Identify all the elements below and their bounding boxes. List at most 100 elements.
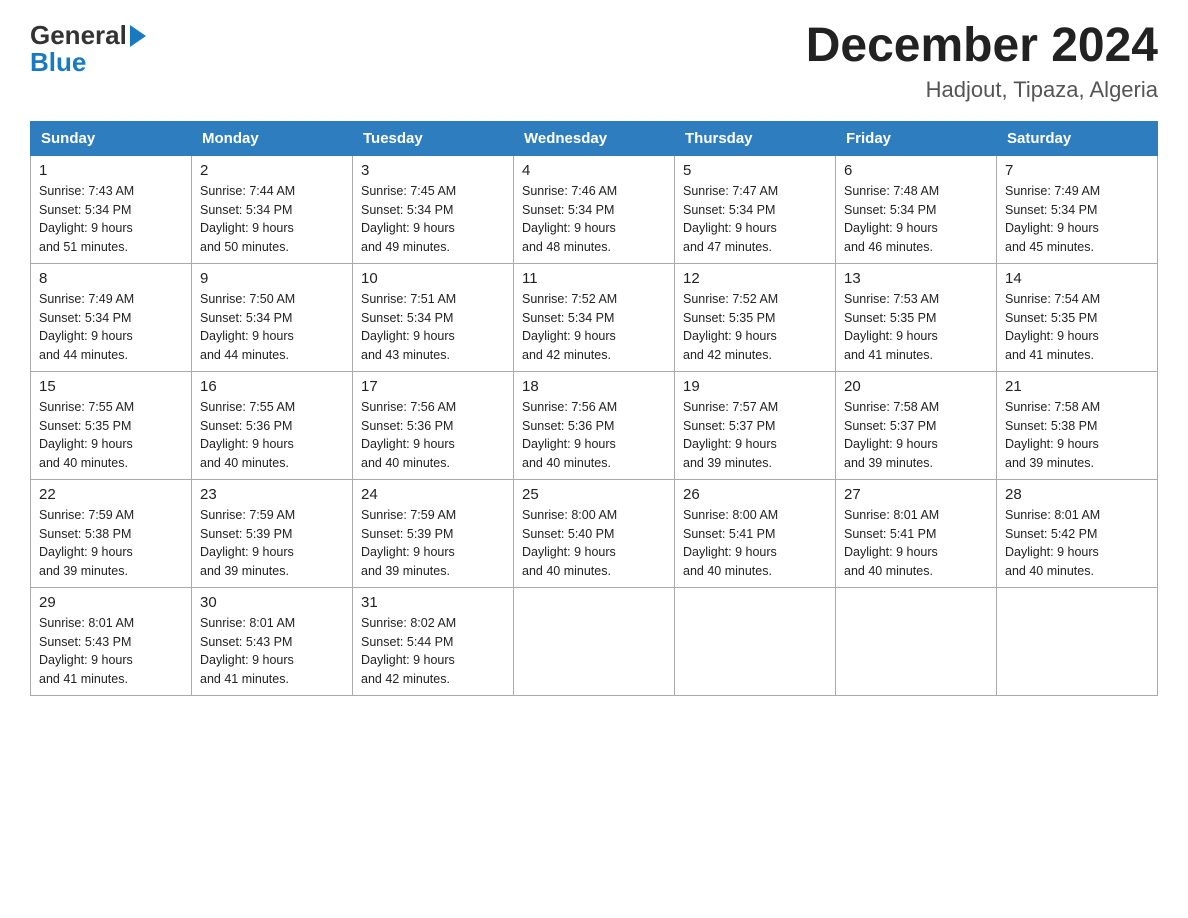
day-number: 10 (361, 270, 505, 287)
col-tuesday: Tuesday (353, 121, 514, 155)
day-info: Sunrise: 7:53 AM Sunset: 5:35 PM Dayligh… (844, 290, 988, 365)
day-info: Sunrise: 7:58 AM Sunset: 5:38 PM Dayligh… (1005, 398, 1149, 473)
calendar-body: 1Sunrise: 7:43 AM Sunset: 5:34 PM Daylig… (31, 155, 1158, 695)
day-number: 11 (522, 270, 666, 287)
day-number: 27 (844, 486, 988, 503)
day-number: 2 (200, 162, 344, 179)
day-info: Sunrise: 8:01 AM Sunset: 5:42 PM Dayligh… (1005, 506, 1149, 581)
day-info: Sunrise: 8:02 AM Sunset: 5:44 PM Dayligh… (361, 614, 505, 689)
day-info: Sunrise: 7:59 AM Sunset: 5:39 PM Dayligh… (200, 506, 344, 581)
day-info: Sunrise: 7:49 AM Sunset: 5:34 PM Dayligh… (1005, 182, 1149, 257)
day-info: Sunrise: 7:51 AM Sunset: 5:34 PM Dayligh… (361, 290, 505, 365)
day-info: Sunrise: 7:55 AM Sunset: 5:36 PM Dayligh… (200, 398, 344, 473)
calendar-cell: 15 Sunrise: 7:55 AM Sunset: 5:35 PM Dayli… (31, 371, 192, 479)
col-monday: Monday (192, 121, 353, 155)
day-number: 17 (361, 378, 505, 395)
calendar-cell: 23 Sunrise: 7:59 AM Sunset: 5:39 PM Dayli… (192, 479, 353, 587)
day-info: Sunrise: 7:45 AM Sunset: 5:34 PM Dayligh… (361, 182, 505, 257)
calendar-cell: 24 Sunrise: 7:59 AM Sunset: 5:39 PM Dayli… (353, 479, 514, 587)
calendar-cell: 3 Sunrise: 7:45 AM Sunset: 5:34 PM Daylig… (353, 155, 514, 263)
day-number: 26 (683, 486, 827, 503)
calendar-cell (997, 587, 1158, 695)
day-info: Sunrise: 8:00 AM Sunset: 5:40 PM Dayligh… (522, 506, 666, 581)
calendar-table: Sunday Monday Tuesday Wednesday Thursday… (30, 121, 1158, 696)
day-number: 30 (200, 594, 344, 611)
calendar-cell: 16 Sunrise: 7:55 AM Sunset: 5:36 PM Dayli… (192, 371, 353, 479)
col-friday: Friday (836, 121, 997, 155)
calendar-cell: 17 Sunrise: 7:56 AM Sunset: 5:36 PM Dayli… (353, 371, 514, 479)
header-row: Sunday Monday Tuesday Wednesday Thursday… (31, 121, 1158, 155)
day-number: 19 (683, 378, 827, 395)
day-number: 22 (39, 486, 183, 503)
day-number: 9 (200, 270, 344, 287)
day-number: 18 (522, 378, 666, 395)
page-header: General Blue December 2024 Hadjout, Tipa… (30, 20, 1158, 103)
calendar-cell: 5Sunrise: 7:47 AM Sunset: 5:34 PM Daylig… (675, 155, 836, 263)
calendar-week-row: 1Sunrise: 7:43 AM Sunset: 5:34 PM Daylig… (31, 155, 1158, 263)
calendar-cell: 13Sunrise: 7:53 AM Sunset: 5:35 PM Dayli… (836, 263, 997, 371)
calendar-cell: 10 Sunrise: 7:51 AM Sunset: 5:34 PM Dayli… (353, 263, 514, 371)
calendar-week-row: 8 Sunrise: 7:49 AM Sunset: 5:34 PM Daylig… (31, 263, 1158, 371)
logo-triangle-icon (130, 25, 146, 47)
calendar-cell: 1Sunrise: 7:43 AM Sunset: 5:34 PM Daylig… (31, 155, 192, 263)
calendar-cell: 18 Sunrise: 7:56 AM Sunset: 5:36 PM Dayli… (514, 371, 675, 479)
day-number: 16 (200, 378, 344, 395)
day-number: 31 (361, 594, 505, 611)
calendar-cell (514, 587, 675, 695)
title-section: December 2024 Hadjout, Tipaza, Algeria (806, 20, 1158, 103)
calendar-cell: 20 Sunrise: 7:58 AM Sunset: 5:37 PM Dayli… (836, 371, 997, 479)
day-info: Sunrise: 7:46 AM Sunset: 5:34 PM Dayligh… (522, 182, 666, 257)
day-info: Sunrise: 7:55 AM Sunset: 5:35 PM Dayligh… (39, 398, 183, 473)
day-info: Sunrise: 7:57 AM Sunset: 5:37 PM Dayligh… (683, 398, 827, 473)
col-wednesday: Wednesday (514, 121, 675, 155)
day-number: 14 (1005, 270, 1149, 287)
day-info: Sunrise: 7:52 AM Sunset: 5:34 PM Dayligh… (522, 290, 666, 365)
calendar-cell: 21Sunrise: 7:58 AM Sunset: 5:38 PM Dayli… (997, 371, 1158, 479)
day-info: Sunrise: 7:59 AM Sunset: 5:39 PM Dayligh… (361, 506, 505, 581)
day-info: Sunrise: 8:01 AM Sunset: 5:43 PM Dayligh… (200, 614, 344, 689)
day-number: 25 (522, 486, 666, 503)
location-text: Hadjout, Tipaza, Algeria (806, 77, 1158, 103)
day-number: 29 (39, 594, 183, 611)
calendar-cell: 30 Sunrise: 8:01 AM Sunset: 5:43 PM Dayli… (192, 587, 353, 695)
day-info: Sunrise: 8:00 AM Sunset: 5:41 PM Dayligh… (683, 506, 827, 581)
day-number: 15 (39, 378, 183, 395)
col-thursday: Thursday (675, 121, 836, 155)
calendar-cell: 22 Sunrise: 7:59 AM Sunset: 5:38 PM Dayli… (31, 479, 192, 587)
day-info: Sunrise: 7:59 AM Sunset: 5:38 PM Dayligh… (39, 506, 183, 581)
day-info: Sunrise: 7:56 AM Sunset: 5:36 PM Dayligh… (361, 398, 505, 473)
day-info: Sunrise: 7:48 AM Sunset: 5:34 PM Dayligh… (844, 182, 988, 257)
day-number: 7 (1005, 162, 1149, 179)
day-info: Sunrise: 7:58 AM Sunset: 5:37 PM Dayligh… (844, 398, 988, 473)
calendar-cell: 4 Sunrise: 7:46 AM Sunset: 5:34 PM Daylig… (514, 155, 675, 263)
calendar-week-row: 22 Sunrise: 7:59 AM Sunset: 5:38 PM Dayli… (31, 479, 1158, 587)
calendar-cell: 25 Sunrise: 8:00 AM Sunset: 5:40 PM Dayli… (514, 479, 675, 587)
day-number: 5 (683, 162, 827, 179)
day-number: 20 (844, 378, 988, 395)
day-number: 4 (522, 162, 666, 179)
calendar-cell: 11 Sunrise: 7:52 AM Sunset: 5:34 PM Dayli… (514, 263, 675, 371)
day-number: 3 (361, 162, 505, 179)
calendar-cell: 27 Sunrise: 8:01 AM Sunset: 5:41 PM Dayli… (836, 479, 997, 587)
calendar-cell: 26 Sunrise: 8:00 AM Sunset: 5:41 PM Dayli… (675, 479, 836, 587)
day-info: Sunrise: 8:01 AM Sunset: 5:41 PM Dayligh… (844, 506, 988, 581)
col-saturday: Saturday (997, 121, 1158, 155)
logo-blue-text: Blue (30, 47, 86, 78)
calendar-cell: 29Sunrise: 8:01 AM Sunset: 5:43 PM Dayli… (31, 587, 192, 695)
day-info: Sunrise: 7:52 AM Sunset: 5:35 PM Dayligh… (683, 290, 827, 365)
logo: General Blue (30, 20, 146, 78)
calendar-cell: 14Sunrise: 7:54 AM Sunset: 5:35 PM Dayli… (997, 263, 1158, 371)
calendar-cell: 2Sunrise: 7:44 AM Sunset: 5:34 PM Daylig… (192, 155, 353, 263)
day-number: 23 (200, 486, 344, 503)
day-number: 24 (361, 486, 505, 503)
calendar-cell: 8 Sunrise: 7:49 AM Sunset: 5:34 PM Daylig… (31, 263, 192, 371)
calendar-cell: 12Sunrise: 7:52 AM Sunset: 5:35 PM Dayli… (675, 263, 836, 371)
calendar-week-row: 15 Sunrise: 7:55 AM Sunset: 5:35 PM Dayli… (31, 371, 1158, 479)
day-number: 8 (39, 270, 183, 287)
month-title: December 2024 (806, 20, 1158, 73)
calendar-cell: 6Sunrise: 7:48 AM Sunset: 5:34 PM Daylig… (836, 155, 997, 263)
day-info: Sunrise: 7:49 AM Sunset: 5:34 PM Dayligh… (39, 290, 183, 365)
calendar-cell: 9Sunrise: 7:50 AM Sunset: 5:34 PM Daylig… (192, 263, 353, 371)
day-info: Sunrise: 7:43 AM Sunset: 5:34 PM Dayligh… (39, 182, 183, 257)
day-info: Sunrise: 7:56 AM Sunset: 5:36 PM Dayligh… (522, 398, 666, 473)
